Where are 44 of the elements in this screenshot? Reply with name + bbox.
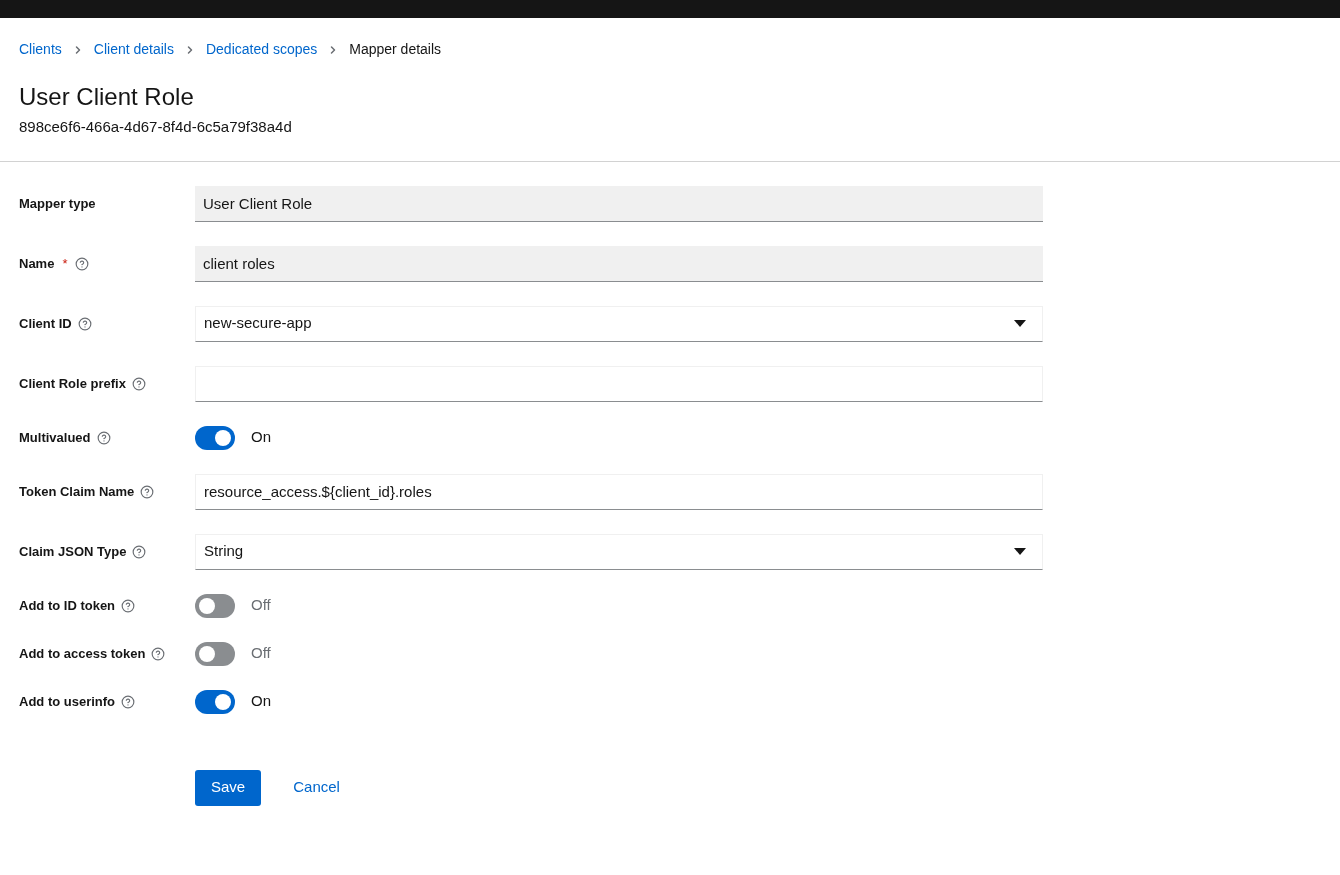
toggle-switch[interactable] <box>195 689 235 714</box>
field-label: Mapper type <box>19 194 96 213</box>
toggle-switch[interactable] <box>195 593 235 618</box>
help-icon[interactable] <box>121 598 136 613</box>
breadcrumb-current: Mapper details <box>349 40 442 59</box>
required-mark: * <box>62 254 68 273</box>
text-field[interactable]: resource_access.${client_id}.roles <box>195 473 1043 510</box>
breadcrumb-link[interactable]: Dedicated scopes <box>205 39 318 60</box>
breadcrumb-link[interactable]: Clients <box>19 39 62 60</box>
help-icon[interactable] <box>151 646 166 661</box>
help-icon[interactable] <box>132 544 147 559</box>
toggle-switch[interactable] <box>195 641 235 666</box>
field-label: Client Role prefix <box>19 374 126 393</box>
cancel-link[interactable]: Cancel <box>277 769 356 806</box>
field-label: Add to ID token <box>19 596 116 615</box>
page-title: User Client Role <box>19 82 195 112</box>
page-subtitle: 898ce6f6-466a-4d67-8f4d-6c5a79f38a4d <box>19 117 293 137</box>
field-label: Claim JSON Type <box>19 542 127 561</box>
switch-state-label: On <box>251 427 271 448</box>
help-icon[interactable] <box>75 256 90 271</box>
breadcrumb-link[interactable]: Client details <box>93 39 174 60</box>
switch-state-label: Off <box>251 595 271 616</box>
field-label: Client ID <box>19 314 72 333</box>
switch-state-label: On <box>251 691 271 712</box>
readonly-field[interactable]: User Client Role <box>195 185 1043 222</box>
text-field[interactable] <box>195 365 1043 402</box>
help-icon[interactable] <box>131 376 146 391</box>
help-icon[interactable] <box>121 694 136 709</box>
select-field[interactable]: new-secure-app <box>195 305 1043 342</box>
field-label: Token Claim Name <box>19 482 135 501</box>
field-label: Name <box>19 254 55 273</box>
help-icon[interactable] <box>96 430 111 445</box>
field-label: Add to userinfo <box>19 692 116 711</box>
readonly-field[interactable]: client roles <box>195 245 1043 282</box>
field-label: Add to access token <box>19 644 146 663</box>
help-icon[interactable] <box>140 484 155 499</box>
help-icon[interactable] <box>77 316 92 331</box>
field-label: Multivalued <box>19 428 91 447</box>
caret-icon <box>1014 548 1026 555</box>
save-button[interactable]: Save <box>195 769 262 806</box>
toggle-switch[interactable] <box>195 425 235 450</box>
caret-icon <box>1014 320 1026 327</box>
switch-state-label: Off <box>251 643 271 664</box>
select-field[interactable]: String <box>195 533 1043 570</box>
